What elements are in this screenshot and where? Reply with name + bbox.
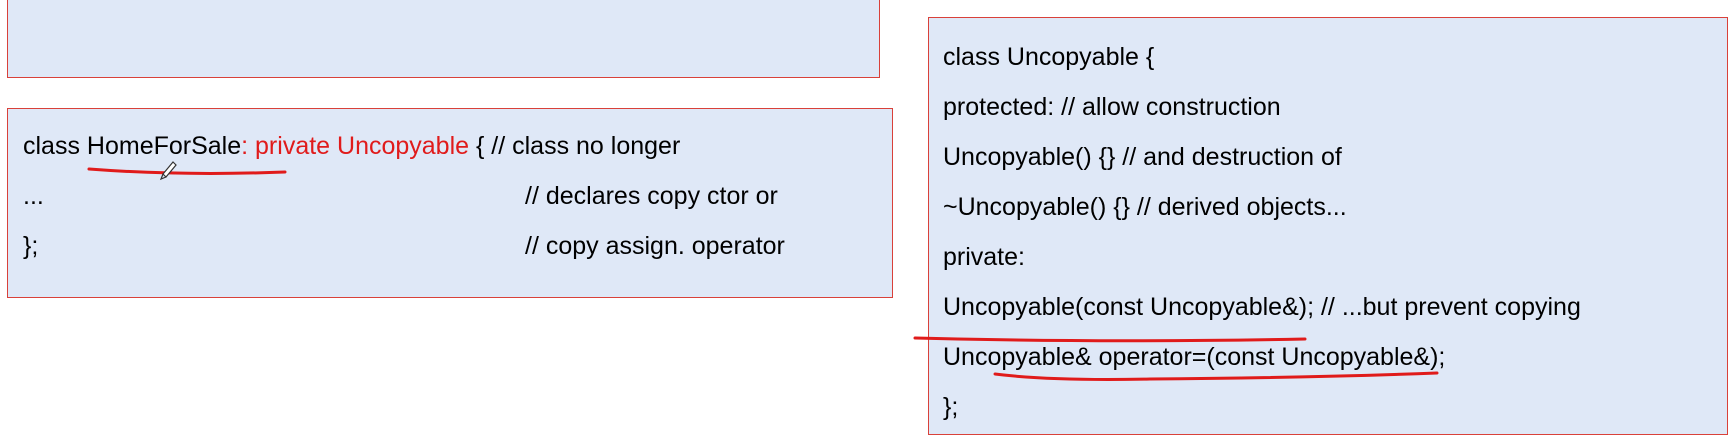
code-line-3-code: };	[23, 232, 39, 260]
code-line-1-rest: { // class no longer	[469, 132, 681, 160]
keyword-class: class	[23, 132, 87, 160]
uncopyable-code-box: class Uncopyable { protected: // allow c…	[928, 17, 1728, 435]
code-line-2-comment: // declares copy ctor or	[525, 182, 778, 210]
code-line-2-code: ...	[23, 182, 44, 210]
uncopyable-line-5: private:	[943, 243, 1025, 271]
uncopyable-line-4: ~Uncopyable() {} // derived objects...	[943, 193, 1347, 221]
uncopyable-line-1: class Uncopyable {	[943, 43, 1155, 71]
uncopyable-line-8: };	[943, 393, 959, 421]
code-line-2: ...	[23, 181, 44, 211]
class-name-homeforsale: HomeForSale	[86, 132, 242, 160]
code-line-3-comment: // copy assign. operator	[525, 232, 785, 260]
uncopyable-line-2: protected: // allow construction	[943, 93, 1281, 121]
uncopyable-line-3: Uncopyable() {} // and destruction of	[943, 143, 1342, 171]
code-line-1: class HomeForSale: private Uncopyable { …	[23, 131, 680, 161]
uncopyable-line-6: Uncopyable(const Uncopyable&); // ...but…	[943, 293, 1581, 321]
inheritance-highlight: : private Uncopyable	[241, 132, 470, 160]
empty-code-box	[7, 0, 880, 78]
homeforsale-code-box: class HomeForSale: private Uncopyable { …	[7, 108, 893, 298]
code-line-3: };	[23, 231, 38, 261]
uncopyable-line-7: Uncopyable& operator=(const Uncopyable&)…	[943, 343, 1446, 371]
